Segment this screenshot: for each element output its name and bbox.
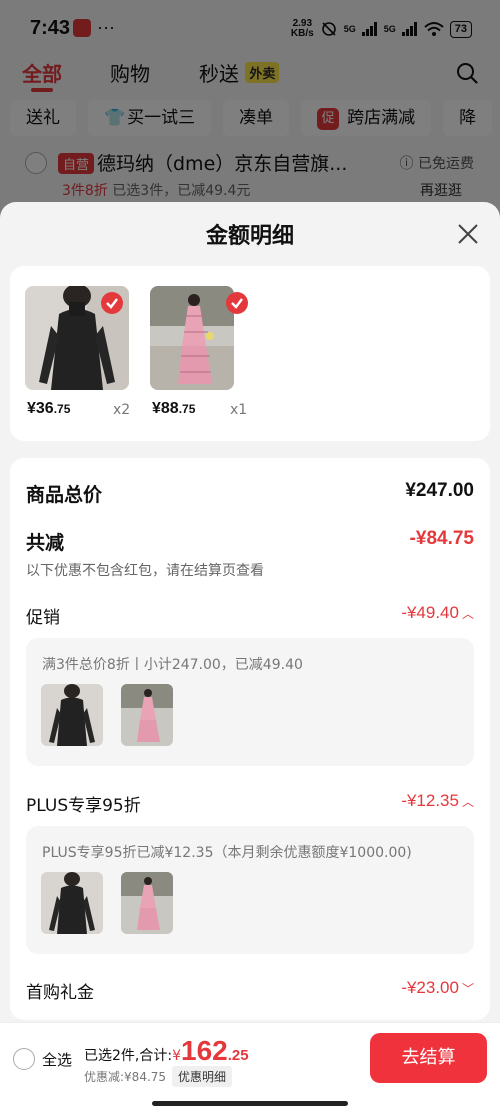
chevron-up-icon: ︿ bbox=[461, 795, 474, 809]
chevron-up-icon: ︿ bbox=[461, 607, 474, 621]
reduction-hint: 以下优惠不包含红包，请在结算页查看 bbox=[26, 563, 264, 579]
goods-total-label: 商品总价 bbox=[26, 484, 103, 506]
home-indicator bbox=[152, 1101, 348, 1106]
product-thumb-pink-dress bbox=[121, 684, 173, 746]
checkmark-icon bbox=[231, 298, 243, 309]
select-all-label[interactable]: 全选 bbox=[42, 1049, 72, 1070]
goods-total-value: ¥247.00 bbox=[405, 480, 474, 501]
discount-summary: 优惠减:¥84.75 bbox=[84, 1070, 167, 1084]
amount-detail-sheet: 金额明细 ¥36.75 x2 ¥88.75 x1 商品总价 ¥247.00 共减… bbox=[0, 202, 500, 1111]
product-price-int: ¥36 bbox=[27, 400, 54, 417]
select-all-radio[interactable] bbox=[13, 1048, 35, 1070]
product-price: ¥88.75 bbox=[152, 400, 195, 418]
sheet-title: 金额明细 bbox=[205, 224, 294, 249]
first-purchase-value: -¥23.00 bbox=[401, 978, 459, 997]
price-breakdown-card: 商品总价 ¥247.00 共减 -¥84.75 以下优惠不包含红包，请在结算页查… bbox=[10, 458, 490, 1020]
total-currency: ¥ bbox=[172, 1048, 181, 1064]
total-reduction-value: -¥84.75 bbox=[409, 528, 474, 549]
product-thumb-black-top bbox=[41, 872, 103, 934]
promo-label: 促销 bbox=[26, 608, 60, 628]
selected-products-card: ¥36.75 x2 ¥88.75 x1 bbox=[10, 266, 490, 441]
product-image-pink-dress bbox=[150, 286, 234, 390]
total-amount: 162 bbox=[181, 1035, 228, 1066]
promo-description: 满3件总价8折丨小计247.00，已减49.40 bbox=[42, 657, 303, 673]
selected-check-icon bbox=[101, 292, 123, 314]
close-icon[interactable] bbox=[456, 222, 480, 246]
product-price-dec: .75 bbox=[178, 402, 196, 416]
plus-detail-box: PLUS专享95折已减¥12.35（本月剩余优惠额度¥1000.00) bbox=[26, 826, 474, 954]
product-thumb-black-top bbox=[41, 684, 103, 746]
plus-value: -¥12.35 bbox=[401, 791, 459, 810]
selected-check-icon bbox=[226, 292, 248, 314]
product-thumb-pink-dress bbox=[121, 872, 173, 934]
plus-discount-label: PLUS专享95折 bbox=[26, 796, 141, 816]
product-quantity: x1 bbox=[230, 402, 248, 418]
checkmark-icon bbox=[106, 298, 118, 309]
plus-description: PLUS专享95折已减¥12.35（本月剩余优惠额度¥1000.00) bbox=[42, 845, 412, 861]
total-amount-decimal: .25 bbox=[227, 1047, 249, 1064]
chevron-down-icon: ﹀ bbox=[461, 982, 474, 996]
checkout-button[interactable]: 去结算 bbox=[370, 1033, 487, 1083]
first-purchase-label: 首购礼金 bbox=[26, 983, 94, 1003]
total-reduction-label: 共减 bbox=[26, 532, 65, 554]
promo-value-toggle[interactable]: -¥49.40 ︿ bbox=[401, 603, 474, 623]
promo-value: -¥49.40 bbox=[401, 603, 459, 622]
plus-value-toggle[interactable]: -¥12.35 ︿ bbox=[401, 791, 474, 811]
selected-count-text: 已选2件,合计: bbox=[84, 1048, 173, 1064]
checkout-bar: 全选 已选2件,合计:¥162.25 优惠减:¥84.75 优惠明细 去结算 bbox=[0, 1022, 500, 1111]
total-summary: 已选2件,合计:¥162.25 bbox=[84, 1035, 249, 1067]
modal-overlay[interactable] bbox=[0, 0, 500, 215]
discount-detail-button[interactable]: 优惠明细 bbox=[172, 1066, 233, 1087]
product-price-int: ¥88 bbox=[152, 400, 179, 417]
product-price-dec: .75 bbox=[53, 402, 71, 416]
first-purchase-toggle[interactable]: -¥23.00 ﹀ bbox=[401, 978, 474, 998]
product-price: ¥36.75 bbox=[27, 400, 70, 418]
promo-detail-box: 满3件总价8折丨小计247.00，已减49.40 bbox=[26, 638, 474, 766]
product-quantity: x2 bbox=[113, 402, 131, 418]
